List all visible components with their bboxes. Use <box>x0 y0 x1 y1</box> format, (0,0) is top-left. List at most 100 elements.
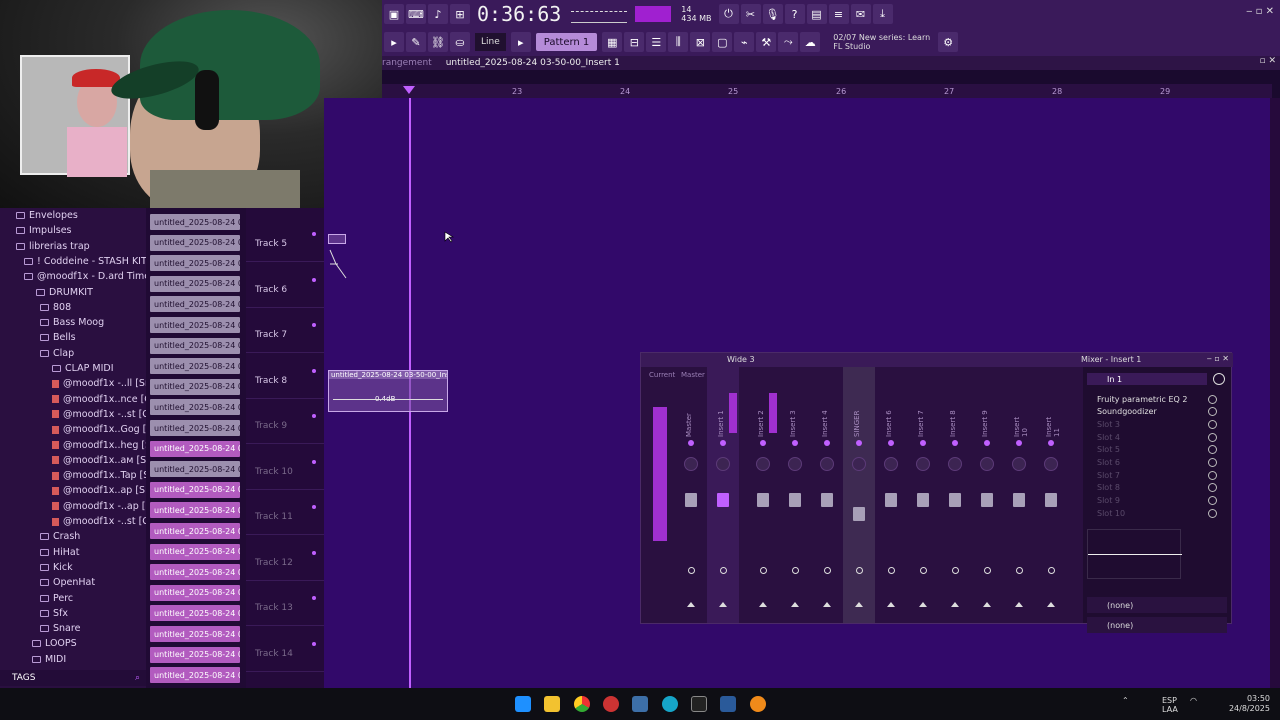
volume-fader[interactable] <box>685 493 697 507</box>
record-arm-icon[interactable] <box>888 567 895 574</box>
pan-knob[interactable] <box>852 457 866 471</box>
clip-source-item[interactable]: untitled_2025-08-24 03-... <box>150 502 240 519</box>
route-arrow-icon[interactable] <box>791 602 799 607</box>
browser-folder[interactable]: Bass Moog <box>40 315 104 330</box>
fx-slot[interactable]: Slot 9 <box>1087 495 1227 507</box>
pan-knob[interactable] <box>980 457 994 471</box>
mixer-strip[interactable]: Insert 3 <box>779 367 811 623</box>
piano-roll-icon[interactable]: ⊟ <box>624 32 645 52</box>
clip-source-item[interactable]: untitled_2025-08-24 03-... <box>150 646 240 663</box>
clip-source-item[interactable]: untitled_2025-08-24 03-... <box>150 481 240 498</box>
playlist-icon[interactable]: ▦ <box>602 32 623 52</box>
audio-clip-small[interactable] <box>328 234 346 244</box>
mixer-strip[interactable]: Insert 11 <box>1035 367 1067 623</box>
volume-fader[interactable] <box>1013 493 1025 507</box>
mixer-tab-master[interactable]: Master <box>681 371 705 379</box>
windows-start-icon[interactable] <box>515 696 531 712</box>
browser-folder[interactable]: Bells <box>40 330 76 345</box>
clip-source-item[interactable]: untitled_2025-08-24 03-... <box>150 543 240 560</box>
browser-file[interactable]: @moodf1x -..ll [Snap] <box>52 376 146 391</box>
clip-source-item[interactable]: untitled_2025-08-24 03-... <box>150 255 240 272</box>
route-arrow-icon[interactable] <box>823 602 831 607</box>
playhead-marker[interactable] <box>403 86 415 94</box>
language-indicator[interactable]: ESP LAA <box>1162 696 1178 714</box>
browser-folder[interactable]: OpenHat <box>40 575 95 590</box>
strip-led[interactable] <box>688 440 694 446</box>
track-led[interactable] <box>312 323 316 327</box>
browser-folder[interactable]: Crash <box>40 529 80 544</box>
fx-slot-toggle-icon[interactable] <box>1208 470 1217 480</box>
mixer-strip[interactable]: Insert 8 <box>939 367 971 623</box>
capcut-icon[interactable] <box>691 696 707 712</box>
mixer-strip[interactable]: Insert 6 <box>875 367 907 623</box>
tray-chevron-icon[interactable]: ⌃ <box>1122 696 1129 705</box>
fx-slot[interactable]: Slot 5 <box>1087 444 1227 456</box>
strip-led[interactable] <box>824 440 830 446</box>
mixer-strip[interactable]: Insert 7 <box>907 367 939 623</box>
track-header[interactable]: Track 8 <box>246 353 324 399</box>
fx-slot[interactable]: Slot 6 <box>1087 457 1227 469</box>
record-arm-icon[interactable] <box>688 567 695 574</box>
route-arrow-icon[interactable] <box>759 602 767 607</box>
volume-fader[interactable] <box>981 493 993 507</box>
track-led[interactable] <box>312 414 316 418</box>
pan-knob[interactable] <box>788 457 802 471</box>
strip-led[interactable] <box>792 440 798 446</box>
mixer-title-bar[interactable]: Wide 3 Mixer - Insert 1 ‒ ▫ ✕ <box>641 353 1233 367</box>
strip-led[interactable] <box>1048 440 1054 446</box>
browser-folder[interactable]: ! Coddeine - STASH KIT V3 ! <box>24 254 146 269</box>
tools-icon[interactable]: ⚒ <box>756 32 777 52</box>
record-arm-icon[interactable] <box>720 567 727 574</box>
clip-source-item[interactable]: untitled_2025-08-24 03-... <box>150 440 240 457</box>
record-arm-icon[interactable] <box>952 567 959 574</box>
track-led[interactable] <box>312 459 316 464</box>
save-icon[interactable]: ▤ <box>806 4 827 24</box>
clip-source-item[interactable]: untitled_2025-08-24 03-... <box>150 399 240 416</box>
track-header[interactable]: Track 12 <box>246 535 324 581</box>
browser-file[interactable]: @moodf1x..ам [Snap] <box>52 453 146 468</box>
fx-slot[interactable]: Slot 8 <box>1087 482 1227 494</box>
clip-source-item[interactable]: untitled_2025-08-24 03-... <box>150 667 240 684</box>
track-led[interactable] <box>312 232 316 236</box>
browser-folder[interactable]: Impulses <box>16 223 72 238</box>
strip-led[interactable] <box>952 440 958 446</box>
step-edit-icon[interactable]: ⊞ <box>450 4 470 24</box>
clip-source-item[interactable]: untitled_2025-08-24 03-... <box>150 275 240 292</box>
mixer-output-1[interactable]: (none) <box>1087 597 1227 613</box>
pan-knob[interactable] <box>820 457 834 471</box>
fx-slot[interactable]: Slot 4 <box>1087 431 1227 443</box>
plug-icon[interactable]: ⌁ <box>734 32 755 52</box>
pattern-selector[interactable]: Pattern 1 <box>535 33 598 51</box>
track-led[interactable] <box>312 368 316 373</box>
clip-source-item[interactable]: untitled_2025-08-24 03-... <box>150 523 240 539</box>
mixer-icon[interactable]: ⫼ <box>668 32 689 52</box>
record-arm-icon[interactable] <box>856 567 863 574</box>
snap-line-select[interactable]: Line <box>475 33 506 51</box>
track-led[interactable] <box>312 596 316 600</box>
browser-folder[interactable]: 808 <box>40 300 71 315</box>
strip-led[interactable] <box>1016 440 1022 446</box>
mixer-input-select[interactable]: In 1 <box>1087 373 1207 385</box>
browser-folder[interactable]: Sfx <box>40 606 68 621</box>
clip-source-item[interactable]: untitled_2025-08-24 03-... <box>150 605 240 622</box>
track-led[interactable] <box>312 277 316 282</box>
browser-folder[interactable]: librerias trap <box>16 239 90 254</box>
fx-slot-toggle-icon[interactable] <box>1208 407 1217 417</box>
record-arm-icon[interactable] <box>792 567 799 574</box>
help-icon[interactable]: ? <box>784 4 805 24</box>
strip-led[interactable] <box>888 440 894 446</box>
browser-tags-bar[interactable]: TAGS ⌕ <box>0 670 146 686</box>
route-arrow-icon[interactable] <box>983 602 991 607</box>
browser-file[interactable]: @moodf1x..Tap [Snap] <box>52 468 146 483</box>
mixer-strip[interactable]: Insert 10 <box>1003 367 1035 623</box>
metronome-icon[interactable]: ♪ <box>428 4 448 24</box>
browser-file[interactable]: @moodf1x -..st [Clap] <box>52 407 146 422</box>
volume-fader[interactable] <box>885 493 897 507</box>
channel-rack-icon[interactable]: ☰ <box>646 32 667 52</box>
pencil-icon[interactable]: ✎ <box>406 32 426 52</box>
track-led[interactable] <box>312 550 316 555</box>
link-icon[interactable]: ⛓ <box>428 32 448 52</box>
record-arm-icon[interactable] <box>1016 567 1023 574</box>
playlist-window-controls[interactable]: ▫ ✕ <box>1259 56 1276 66</box>
track-header[interactable]: Track 13 <box>246 580 324 626</box>
